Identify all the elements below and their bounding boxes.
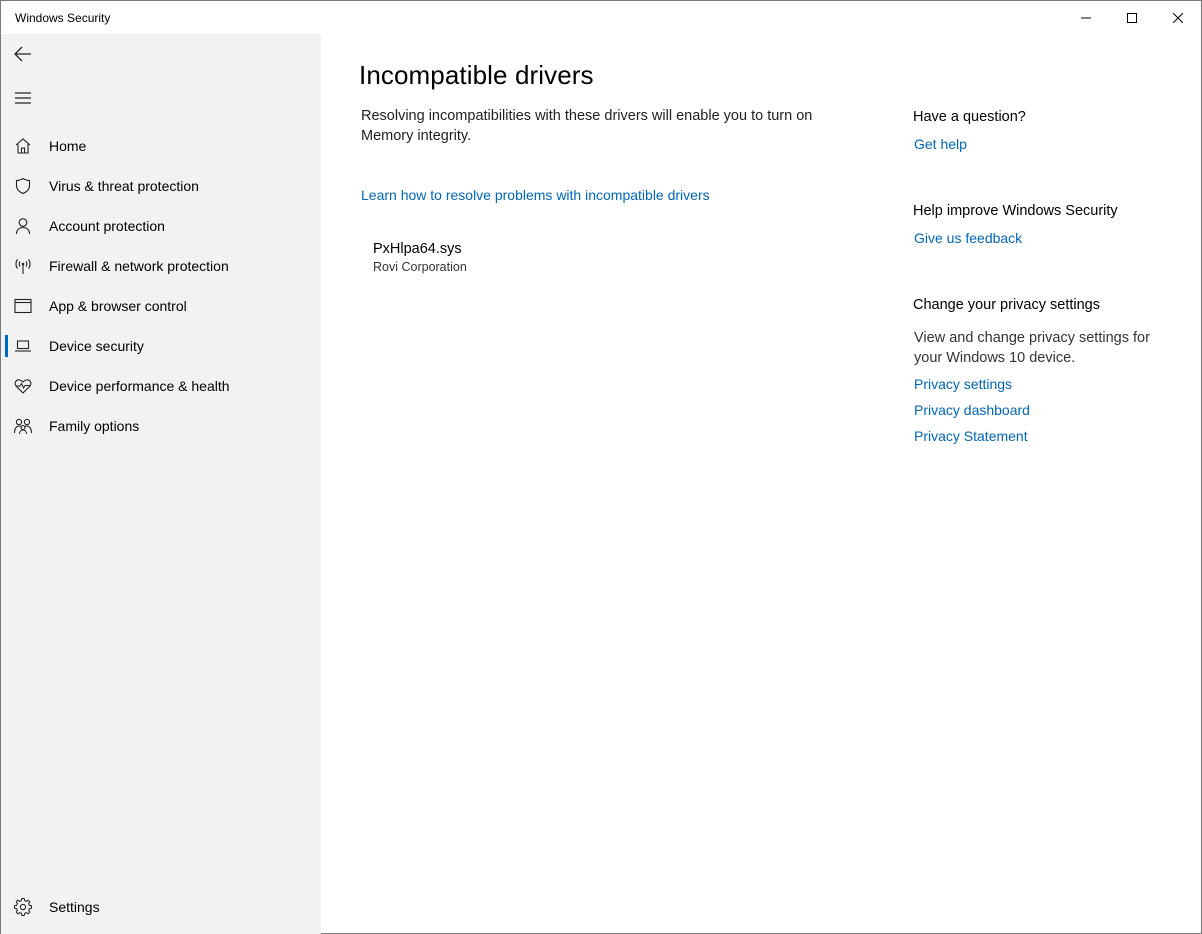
maximize-icon xyxy=(1127,12,1137,23)
browser-window-icon xyxy=(13,296,33,316)
sidebar-item-label: App & browser control xyxy=(49,298,187,314)
driver-list-item[interactable]: PxHlpa64.sys Rovi Corporation xyxy=(373,241,467,274)
laptop-icon xyxy=(13,336,33,356)
close-button[interactable] xyxy=(1155,1,1201,34)
person-icon xyxy=(13,216,33,236)
hamburger-menu-icon xyxy=(15,92,31,104)
sidebar-item-virus-threat[interactable]: Virus & threat protection xyxy=(1,166,321,206)
feedback-link[interactable]: Give us feedback xyxy=(914,230,1022,246)
get-help-link[interactable]: Get help xyxy=(914,136,967,152)
privacy-dashboard-link[interactable]: Privacy dashboard xyxy=(914,402,1030,418)
heart-pulse-icon xyxy=(13,376,33,396)
sidebar-item-device-performance[interactable]: Device performance & health xyxy=(1,366,321,406)
sidebar-item-label: Settings xyxy=(49,899,100,915)
sidebar-item-label: Device security xyxy=(49,338,144,354)
improve-heading: Help improve Windows Security xyxy=(913,203,1118,219)
sidebar-item-device-security[interactable]: Device security xyxy=(1,326,321,366)
driver-name: PxHlpa64.sys xyxy=(373,241,462,257)
sidebar-item-family-options[interactable]: Family options xyxy=(1,406,321,446)
driver-vendor: Rovi Corporation xyxy=(373,260,467,274)
privacy-description: View and change privacy settings for you… xyxy=(914,330,1150,366)
minimize-icon xyxy=(1081,17,1091,18)
nav-list: Home Virus & threat protection Account p… xyxy=(1,126,321,446)
sidebar-item-settings[interactable]: Settings xyxy=(1,887,321,927)
back-button[interactable] xyxy=(1,34,45,74)
privacy-settings-link[interactable]: Privacy settings xyxy=(914,376,1012,392)
sidebar-item-home[interactable]: Home xyxy=(1,126,321,166)
sidebar-item-label: Account protection xyxy=(49,218,165,234)
sidebar-item-account-protection[interactable]: Account protection xyxy=(1,206,321,246)
page-description: Resolving incompatibilities with these d… xyxy=(361,108,813,144)
sidebar-item-label: Firewall & network protection xyxy=(49,258,229,274)
close-icon xyxy=(1173,12,1183,23)
title-bar: Windows Security xyxy=(1,1,1201,34)
menu-button[interactable] xyxy=(1,78,45,118)
window-title: Windows Security xyxy=(15,11,111,25)
main-content: Incompatible drivers Resolving incompati… xyxy=(321,34,881,934)
sidebar: Home Virus & threat protection Account p… xyxy=(1,34,321,934)
family-icon xyxy=(13,416,33,436)
sidebar-item-firewall[interactable]: Firewall & network protection xyxy=(1,246,321,286)
shield-icon xyxy=(13,176,33,196)
sidebar-item-app-browser[interactable]: App & browser control xyxy=(1,286,321,326)
sidebar-item-label: Home xyxy=(49,138,87,154)
privacy-heading: Change your privacy settings xyxy=(913,297,1100,313)
minimize-button[interactable] xyxy=(1063,1,1109,34)
page-title: Incompatible drivers xyxy=(359,60,594,90)
antenna-icon xyxy=(13,256,33,276)
sidebar-item-label: Family options xyxy=(49,418,140,434)
back-arrow-icon xyxy=(14,46,31,62)
question-heading: Have a question? xyxy=(913,109,1026,125)
maximize-button[interactable] xyxy=(1109,1,1155,34)
sidebar-item-label: Virus & threat protection xyxy=(49,178,199,194)
home-icon xyxy=(13,136,33,156)
learn-more-link[interactable]: Learn how to resolve problems with incom… xyxy=(361,187,710,203)
privacy-statement-link[interactable]: Privacy Statement xyxy=(914,428,1028,444)
app-window: Windows Security Home Virus & threat pro… xyxy=(0,0,1202,934)
sidebar-item-label: Device performance & health xyxy=(49,378,230,394)
gear-icon xyxy=(13,897,33,917)
